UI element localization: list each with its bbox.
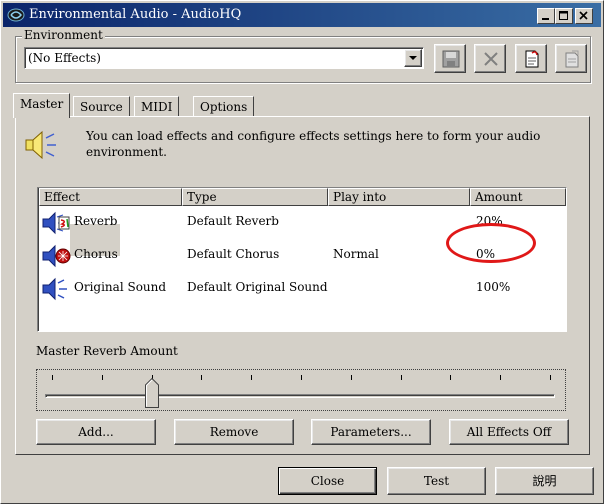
slider-tick (52, 375, 53, 380)
save-environment-button[interactable] (434, 44, 466, 73)
slider-tick (350, 375, 352, 380)
reverb-effect-icon (42, 211, 70, 235)
all-effects-off-label: All Effects Off (466, 425, 552, 439)
slider-label: Master Reverb Amount (36, 344, 178, 358)
title-bar[interactable]: Environmental Audio - AudioHQ (3, 3, 601, 27)
slider-tick (301, 375, 302, 380)
parameters-label: Parameters... (330, 425, 412, 439)
column-header-type[interactable]: Type (182, 188, 328, 206)
parameters-button[interactable]: Parameters... (311, 419, 431, 445)
chevron-down-icon (409, 56, 417, 60)
table-row[interactable]: Reverb Default Reverb 20% (38, 206, 566, 263)
table-row[interactable]: Original Sound Default Original Sound 10… (38, 272, 566, 305)
slider-tick (400, 375, 402, 380)
slider-track[interactable] (45, 394, 555, 398)
window-title: Environmental Audio - AudioHQ (29, 7, 242, 22)
slider-tick (550, 375, 551, 380)
maximize-icon (559, 11, 568, 20)
effect-name: Reverb (74, 214, 118, 228)
copy-environment-button[interactable] (555, 44, 587, 73)
slider-tick (251, 375, 253, 380)
remove-effect-label: Remove (209, 425, 259, 439)
table-row[interactable]: Chorus Default Chorus Normal 0% (38, 239, 566, 272)
column-header-play-into[interactable]: Play into (328, 188, 470, 206)
new-document-icon (525, 50, 539, 68)
maximize-button[interactable] (555, 8, 573, 24)
effect-name: Chorus (74, 247, 118, 261)
tab-midi[interactable]: MIDI (134, 96, 180, 118)
remove-effect-button[interactable]: Remove (174, 419, 294, 445)
test-button[interactable]: Test (387, 467, 486, 495)
master-description: You can load effects and configure effec… (86, 129, 541, 159)
close-icon (579, 11, 588, 20)
close-label: Close (310, 474, 345, 488)
new-environment-button[interactable] (515, 44, 547, 73)
close-window-button[interactable] (575, 8, 593, 24)
environment-group-label: Environment (22, 28, 105, 42)
environment-dropdown-button[interactable] (404, 49, 422, 67)
minimize-icon (542, 18, 549, 20)
help-label: 說明 (532, 474, 557, 488)
audiohq-logo-icon (7, 8, 25, 22)
slider-tick (450, 375, 452, 380)
all-effects-off-button[interactable]: All Effects Off (449, 419, 569, 445)
effect-name: Original Sound (74, 280, 167, 294)
effect-type: Default Reverb (187, 214, 279, 228)
effect-play-into: Normal (333, 247, 379, 261)
help-button[interactable]: 說明 (495, 467, 594, 495)
minimize-button[interactable] (537, 8, 555, 24)
close-button[interactable]: Close (278, 467, 377, 495)
add-effect-label: Add... (78, 425, 114, 439)
chorus-effect-icon (42, 244, 71, 268)
slider-thumb[interactable] (144, 377, 159, 408)
tab-master[interactable]: Master (13, 93, 71, 118)
floppy-disk-icon (442, 50, 460, 68)
slider-tick (201, 375, 203, 380)
effect-amount: 0% (476, 247, 496, 261)
tab-options[interactable]: Options (193, 96, 255, 118)
copy-document-icon (565, 50, 579, 68)
test-label: Test (423, 474, 450, 488)
add-effect-button[interactable]: Add... (36, 419, 156, 445)
effect-type: Default Original Sound (187, 280, 328, 294)
tab-source[interactable]: Source (73, 96, 130, 118)
effects-list[interactable]: Effect Type Play into Amount Reverb Defa… (37, 187, 567, 332)
environment-selected-value: (No Effects) (28, 51, 101, 65)
master-tab-panel: You can load effects and configure effec… (15, 116, 590, 455)
slider-tick (101, 375, 103, 380)
effect-amount: 100% (476, 280, 511, 294)
delete-environment-button[interactable] (474, 44, 506, 73)
slider-tick (500, 375, 502, 380)
slider-thumb-shape (144, 377, 159, 408)
delete-x-icon (484, 52, 498, 66)
slider-ticks (37, 375, 565, 381)
original-sound-effect-icon (42, 277, 67, 301)
column-header-effect[interactable]: Effect (39, 188, 182, 206)
master-reverb-slider[interactable] (36, 369, 566, 411)
column-header-amount[interactable]: Amount (470, 188, 566, 206)
app-window: Environmental Audio - AudioHQ Environmen… (0, 0, 604, 504)
effect-type: Default Chorus (187, 247, 280, 261)
environment-select[interactable]: (No Effects) (24, 47, 424, 69)
speaker-icon (25, 130, 56, 160)
